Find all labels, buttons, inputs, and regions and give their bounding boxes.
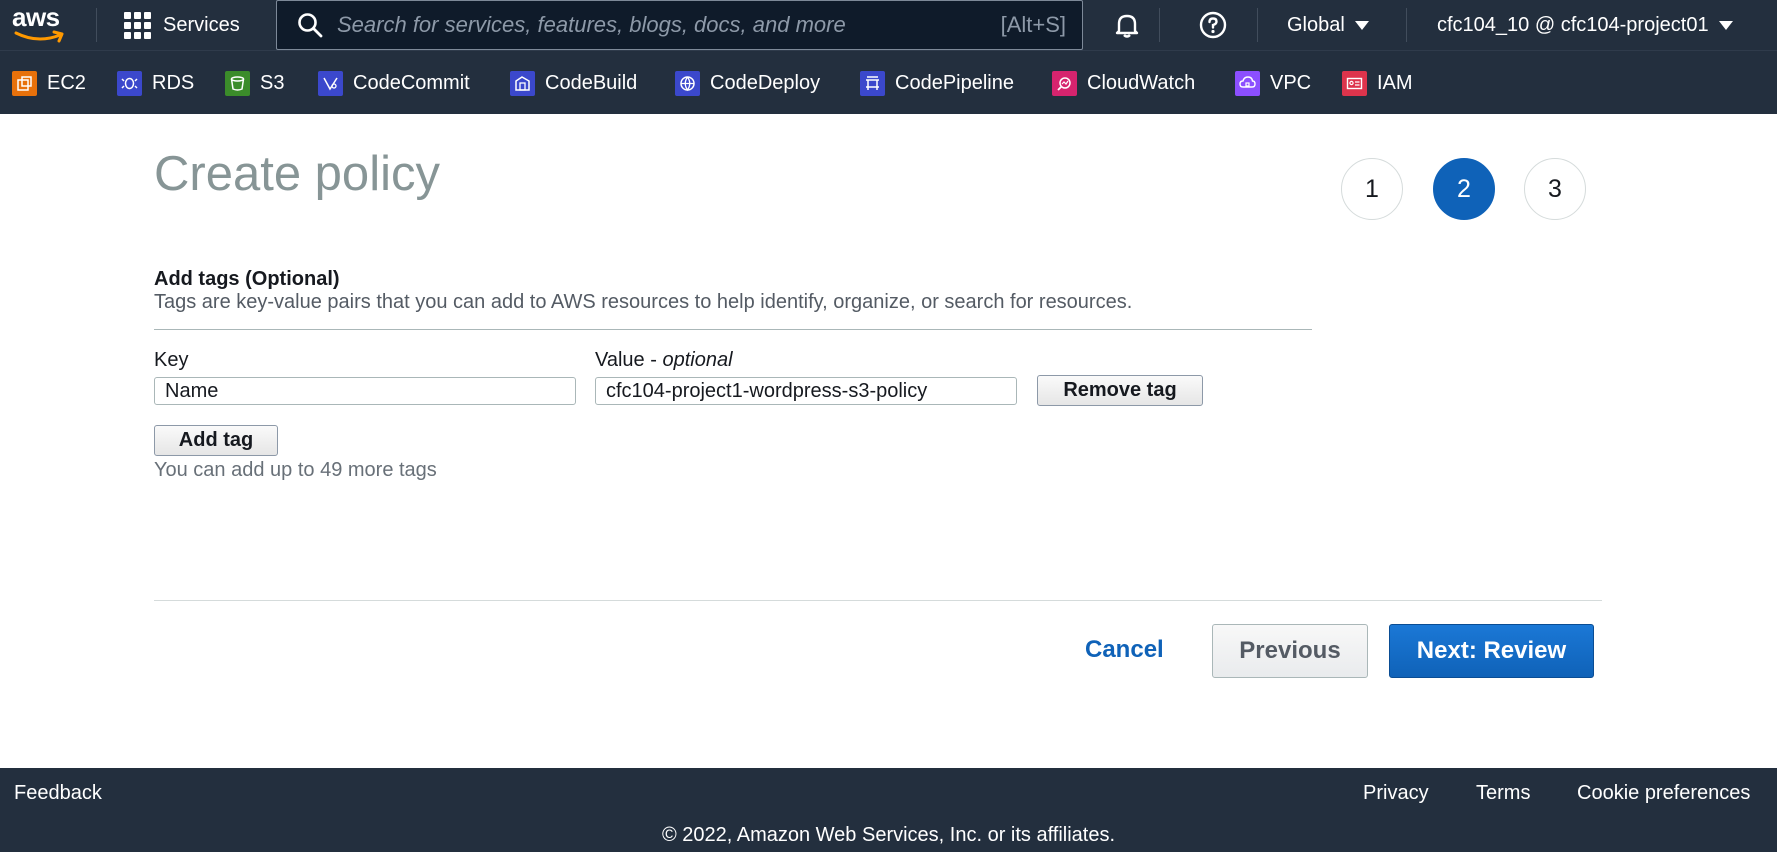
wizard-step-3[interactable]: 3 [1524, 158, 1586, 220]
remove-tag-button[interactable]: Remove tag [1037, 375, 1203, 406]
favorite-label: CodeDeploy [710, 71, 821, 94]
key-column-label: Key [154, 349, 189, 371]
vpc-icon [1235, 70, 1260, 96]
wizard-step-2-active[interactable]: 2 [1433, 158, 1495, 220]
favorite-label: IAM [1377, 71, 1413, 94]
section-divider [154, 329, 1312, 330]
nav-divider [96, 8, 97, 42]
account-menu[interactable]: cfc104_10 @ cfc104-project01 [1437, 0, 1733, 50]
ec2-icon [12, 70, 37, 96]
favorite-codepipeline[interactable]: CodePipeline [860, 51, 1014, 115]
favorite-s3[interactable]: S3 [225, 51, 284, 115]
favorite-label: VPC [1270, 71, 1312, 94]
favorite-label: CodeCommit [353, 71, 470, 94]
section-description: Tags are key-value pairs that you can ad… [154, 291, 1133, 313]
top-navigation-bar: aws Services [Alt+S] [0, 0, 1777, 50]
add-tag-button[interactable]: Add tag [154, 425, 278, 456]
services-menu-button[interactable]: Services [124, 0, 240, 50]
nav-divider [1159, 8, 1160, 42]
favorite-rds[interactable]: RDS [117, 51, 194, 115]
search-input[interactable] [337, 12, 977, 38]
next-review-button[interactable]: Next: Review [1389, 624, 1594, 678]
remaining-tags-hint: You can add up to 49 more tags [154, 459, 437, 481]
help-button[interactable] [1198, 10, 1228, 40]
bell-icon [1115, 14, 1139, 38]
value-label-text: Value - [595, 349, 663, 371]
feedback-link[interactable]: Feedback [14, 782, 102, 805]
aws-logo[interactable]: aws [12, 4, 68, 44]
value-column-label: Value - optional [595, 349, 733, 372]
favorite-iam[interactable]: IAM [1342, 51, 1413, 115]
favorite-label: RDS [152, 71, 195, 94]
help-circle-icon [1199, 11, 1227, 39]
codebuild-icon [510, 70, 535, 96]
search-shortcut-hint: [Alt+S] [1000, 12, 1066, 37]
iam-icon [1342, 70, 1367, 96]
caret-down-icon [1354, 20, 1369, 30]
section-title: Add tags (Optional) [154, 268, 340, 290]
cookie-preferences-link[interactable]: Cookie preferences [1577, 782, 1750, 805]
tag-key-input[interactable] [154, 377, 576, 405]
codepipeline-icon [860, 70, 885, 96]
favorite-codecommit[interactable]: CodeCommit [318, 51, 470, 115]
terms-link[interactable]: Terms [1476, 782, 1530, 805]
tag-value-input[interactable] [595, 377, 1017, 405]
favorite-label: S3 [260, 71, 285, 94]
global-search-box[interactable]: [Alt+S] [276, 0, 1083, 50]
favorite-codebuild[interactable]: CodeBuild [510, 51, 637, 115]
cancel-link[interactable]: Cancel [1085, 636, 1164, 664]
favorites-bar: EC2 RDS S3 CodeCommit CodeBuild CodeDepl… [0, 50, 1777, 114]
favorite-label: CodePipeline [895, 71, 1014, 94]
wizard-step-1[interactable]: 1 [1341, 158, 1403, 220]
favorite-ec2[interactable]: EC2 [12, 51, 86, 115]
codecommit-icon [318, 70, 343, 96]
footer-actions-divider [154, 600, 1602, 601]
favorite-vpc[interactable]: VPC [1235, 51, 1311, 115]
aws-smile-icon [14, 30, 64, 43]
services-grid-icon [124, 11, 151, 39]
optional-label: optional [662, 349, 733, 371]
services-label: Services [163, 13, 240, 36]
favorite-label: CloudWatch [1087, 71, 1196, 94]
favorite-label: CodeBuild [545, 71, 638, 94]
region-selector[interactable]: Global [1287, 0, 1369, 50]
region-label: Global [1287, 13, 1345, 36]
favorite-cloudwatch[interactable]: CloudWatch [1052, 51, 1195, 115]
favorite-codedeploy[interactable]: CodeDeploy [675, 51, 820, 115]
s3-icon [225, 70, 250, 96]
rds-icon [117, 70, 142, 96]
aws-logo-text: aws [12, 2, 60, 32]
codedeploy-icon [675, 70, 700, 96]
notifications-bell-button[interactable] [1112, 10, 1142, 40]
caret-down-icon [1718, 20, 1733, 30]
copyright-text: © 2022, Amazon Web Services, Inc. or its… [661, 824, 1116, 846]
nav-divider [1406, 8, 1407, 42]
nav-divider [1257, 8, 1258, 42]
previous-button[interactable]: Previous [1212, 624, 1368, 678]
cloudwatch-icon [1052, 70, 1077, 96]
page-title: Create policy [154, 147, 440, 201]
privacy-link[interactable]: Privacy [1363, 782, 1429, 805]
account-label: cfc104_10 @ cfc104-project01 [1437, 13, 1709, 36]
console-footer: Feedback Privacy Terms Cookie preference… [0, 768, 1777, 852]
favorite-label: EC2 [47, 71, 86, 94]
search-icon [298, 13, 323, 38]
